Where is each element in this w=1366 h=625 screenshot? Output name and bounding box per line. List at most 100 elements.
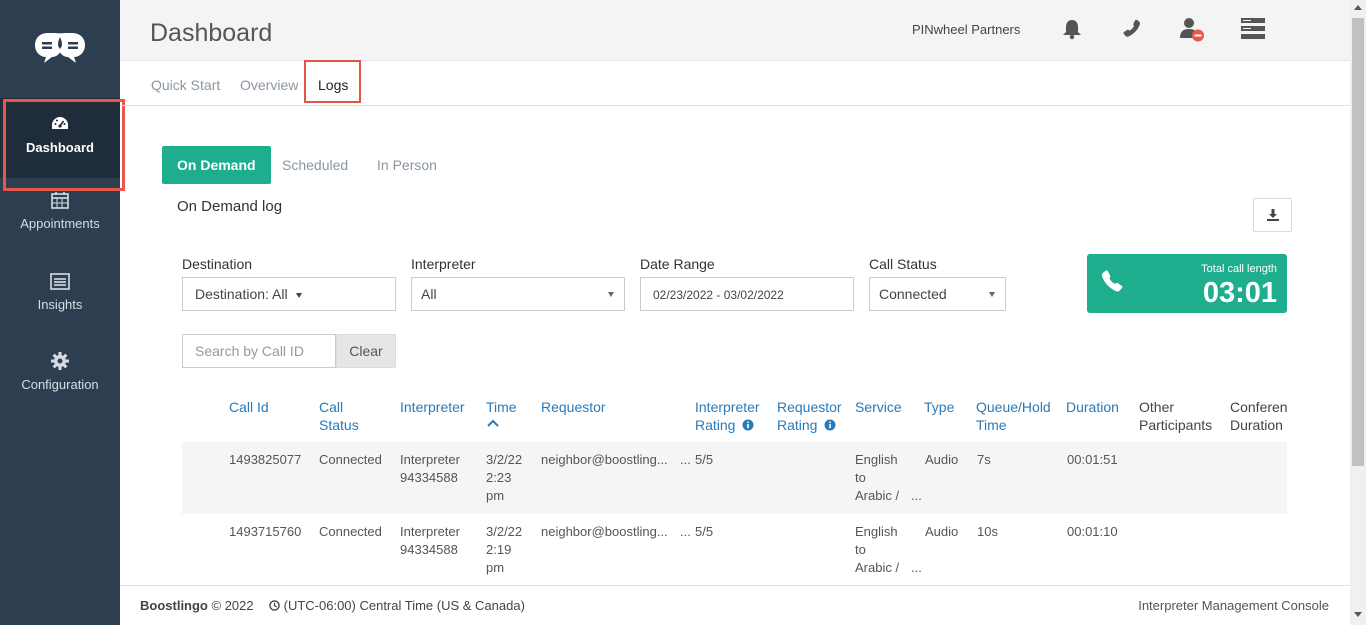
cell-ellipsis[interactable]: ...	[911, 559, 922, 577]
clear-button[interactable]: Clear	[336, 334, 396, 368]
cell-interpreter: Interpreter 94334588	[400, 523, 460, 559]
column-header-requestor[interactable]: Requestor	[541, 398, 606, 416]
section-title: On Demand log	[177, 198, 283, 215]
call-status-select[interactable]: Connected	[869, 277, 1006, 311]
date-range-input[interactable]: 02/23/2022 - 03/02/2022	[640, 277, 854, 311]
call-status-value: Connected	[879, 286, 947, 302]
cell-ellipsis[interactable]: ...	[911, 487, 922, 505]
header-line: Duration	[1230, 417, 1283, 433]
sidebar-item-label: Configuration	[21, 377, 99, 392]
date-range-value: 02/23/2022 - 03/02/2022	[653, 288, 784, 302]
cell-queue-hold-time: 10s	[977, 524, 998, 539]
cell-service: English to Arabic /	[855, 451, 899, 505]
menu-icon[interactable]	[1240, 16, 1266, 42]
header-line: Rating	[695, 416, 760, 434]
cell-requestor: neighbor@boostling...	[541, 524, 668, 539]
header-text: Rating	[695, 417, 736, 433]
tab-logs[interactable]: Logs	[318, 77, 348, 93]
header-line: Status	[319, 417, 359, 433]
scroll-up-arrow[interactable]	[1354, 5, 1362, 10]
interpreter-label: Interpreter	[411, 256, 476, 272]
search-call-id-input[interactable]	[182, 334, 336, 368]
subtab-on-demand[interactable]: On Demand	[162, 146, 271, 184]
logo-icon	[35, 33, 85, 63]
sidebar-item-label: Insights	[37, 297, 83, 312]
timezone-text: (UTC-06:00) Central Time (US & Canada)	[283, 598, 525, 613]
cell-call-id: 1493715760	[229, 524, 302, 539]
header-line: Participants	[1139, 417, 1213, 433]
column-header-requestor-rating[interactable]: Requestor Rating	[777, 398, 842, 434]
column-header-service[interactable]: Service	[855, 398, 902, 416]
gear-icon	[51, 352, 69, 370]
tab-quick-start[interactable]: Quick Start	[151, 77, 220, 93]
sidebar-item-dashboard[interactable]: Dashboard	[0, 98, 125, 191]
cell-line: Interpreter	[400, 524, 460, 539]
sidebar-item-appointments[interactable]: Appointments	[0, 190, 120, 270]
caret-down-icon	[989, 292, 995, 297]
cell-line: 2:23	[486, 470, 512, 485]
cell-line: 94334588	[400, 470, 458, 485]
cell-interpreter-rating: 5/5	[695, 524, 714, 539]
clock-icon	[269, 600, 280, 611]
download-button[interactable]	[1253, 198, 1292, 232]
destination-dropdown[interactable]: Destination: All	[182, 277, 396, 311]
column-header-conference-duration: Conferen Duration	[1230, 398, 1287, 434]
organization-name[interactable]: PINwheel Partners	[912, 22, 1020, 37]
column-header-call-id[interactable]: Call Id	[229, 398, 269, 416]
scroll-down-arrow[interactable]	[1354, 612, 1362, 617]
info-icon[interactable]	[824, 419, 836, 431]
sidebar-item-insights[interactable]: Insights	[0, 271, 120, 351]
header-line: Requestor	[777, 399, 842, 415]
cell-line: Arabic /	[855, 560, 900, 575]
header-text: Rating	[777, 417, 818, 433]
cell-ellipsis[interactable]: ...	[680, 523, 691, 541]
scrollbar-thumb[interactable]	[1352, 18, 1364, 466]
info-icon[interactable]	[742, 419, 754, 431]
subtab-scheduled[interactable]: Scheduled	[282, 146, 348, 184]
tab-overview[interactable]: Overview	[240, 77, 298, 93]
column-header-interpreter[interactable]: Interpreter	[400, 398, 465, 416]
cell-line: 3/2/22	[486, 524, 523, 539]
column-header-duration[interactable]: Duration	[1066, 398, 1119, 416]
cell-line: 94334588	[400, 542, 458, 557]
column-header-type[interactable]: Type	[924, 398, 954, 416]
footer: Boostlingo © 2022 (UTC-06:00) Central Ti…	[120, 585, 1350, 625]
column-header-queue-hold-time[interactable]: Queue/Hold Time	[976, 398, 1051, 434]
list-icon	[50, 273, 70, 290]
column-header-interpreter-rating[interactable]: Interpreter Rating	[695, 398, 760, 434]
cell-call-id: 1493825077	[229, 452, 302, 467]
destination-value: Destination: All	[195, 286, 288, 302]
bell-icon[interactable]	[1059, 16, 1085, 42]
sidebar-item-label: Appointments	[20, 216, 100, 231]
footer-brand: Boostlingo © 2022	[140, 598, 254, 613]
total-call-length-card: Total call length 03:01	[1087, 254, 1287, 313]
sidebar-item-configuration[interactable]: Configuration	[0, 351, 120, 431]
top-header: Dashboard PINwheel Partners	[120, 0, 1350, 61]
cell-call-status: Connected	[319, 524, 382, 539]
copyright: © 2022	[211, 598, 254, 613]
user-status-icon[interactable]	[1179, 16, 1205, 42]
download-icon	[1267, 209, 1279, 221]
sidebar: Dashboard Appointments Insights Configur…	[0, 0, 125, 625]
vertical-scrollbar[interactable]	[1350, 0, 1366, 625]
calendar-icon	[51, 192, 69, 209]
sidebar-item-label: Dashboard	[26, 140, 94, 155]
cell-type: Audio	[925, 524, 959, 539]
header-line: Conferen	[1230, 399, 1287, 415]
header-line: Queue/Hold	[976, 399, 1051, 415]
subtab-in-person[interactable]: In Person	[377, 146, 437, 184]
cell-line: English	[855, 524, 898, 539]
total-call-length-label: Total call length	[1201, 263, 1277, 275]
interpreter-select[interactable]: All	[411, 277, 625, 311]
page-title: Dashboard	[150, 19, 273, 47]
cell-ellipsis[interactable]: ...	[680, 451, 691, 469]
column-header-time[interactable]: Time	[486, 398, 517, 428]
header-line: Interpreter	[695, 399, 760, 415]
cell-interpreter-rating: 5/5	[695, 452, 714, 467]
cell-time: 3/2/22 2:23 pm	[486, 451, 522, 505]
column-header-call-status[interactable]: Call Status	[319, 398, 359, 434]
phone-icon[interactable]	[1118, 16, 1144, 42]
cell-interpreter: Interpreter 94334588	[400, 451, 460, 487]
cell-line: 2:19	[486, 542, 512, 557]
header-line: Rating	[777, 416, 842, 434]
